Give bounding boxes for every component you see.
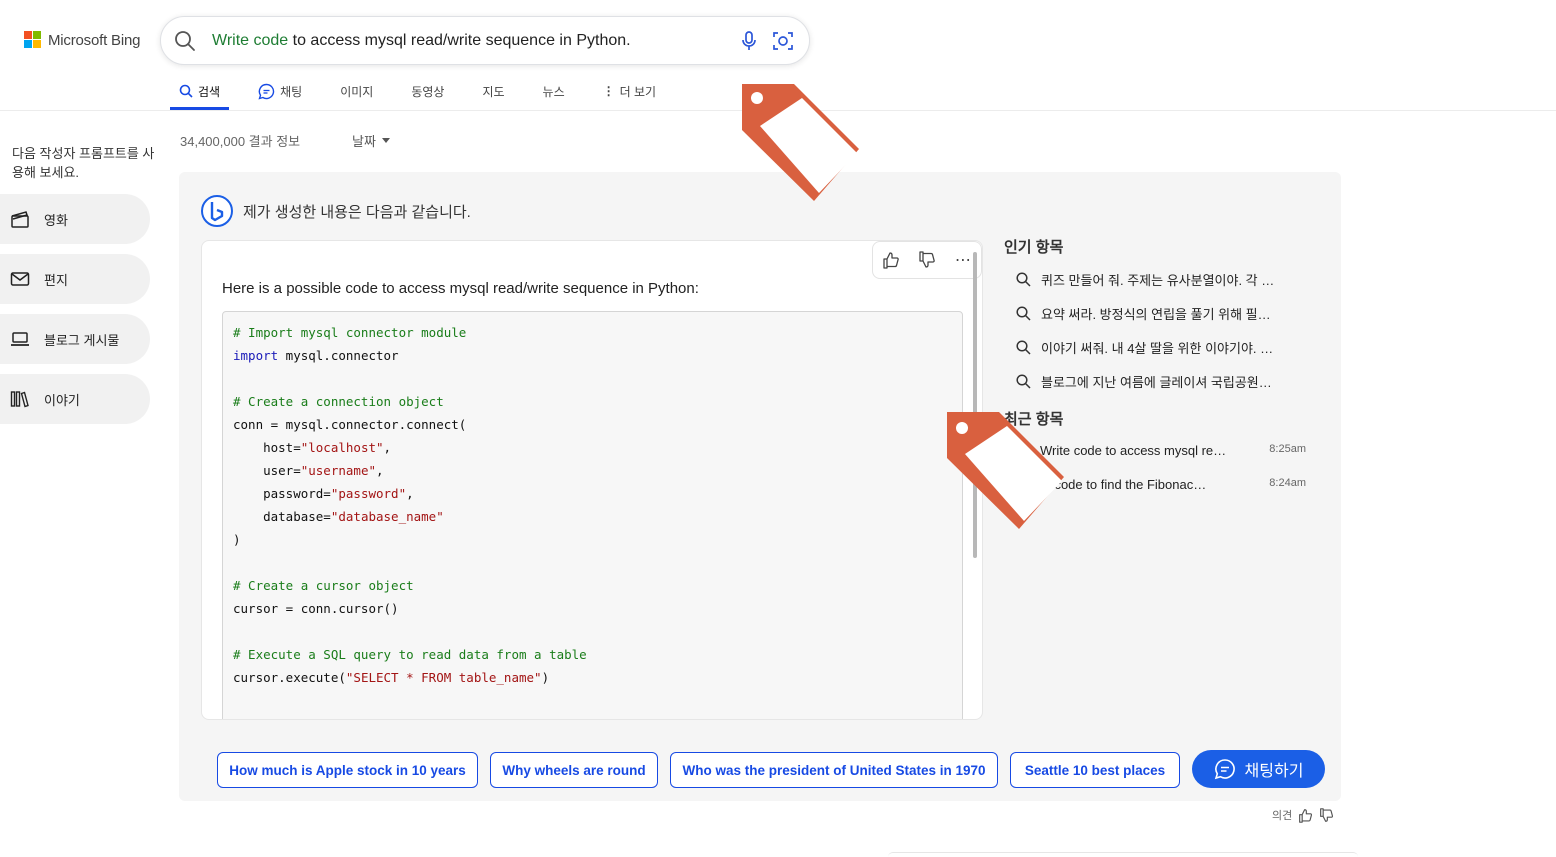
price-tag-icon [947, 412, 1064, 529]
search-box[interactable]: Write code to access mysql read/write se… [160, 16, 810, 65]
search-tabs: 검색 채팅 이미지 동영상 지도 뉴스 ⋮ 더 보기 [170, 72, 685, 110]
start-chat-button[interactable]: 채팅하기 [1192, 750, 1325, 788]
chat-icon [1214, 759, 1235, 780]
recent-item[interactable]: te code to find the Fibonac… 8:24am [1040, 477, 1306, 492]
bing-logo[interactable]: Microsoft Bing [24, 31, 140, 49]
sidebar-item-movie[interactable]: 영화 [0, 194, 150, 244]
answer-intro: Here is a possible code to access mysql … [222, 280, 699, 297]
bing-chat-icon [201, 195, 233, 227]
sidebar-item-letter[interactable]: 편지 [0, 254, 150, 304]
popular-item[interactable]: 이야기 써줘. 내 4살 딸을 위한 이야기야. … [1016, 338, 1316, 357]
tab-videos[interactable]: 동영상 [402, 72, 453, 110]
search-icon [1016, 272, 1031, 287]
thumbs-up-icon[interactable] [882, 251, 900, 269]
sidebar-item-blog-post[interactable]: 블로그 게시물 [0, 314, 150, 364]
search-icon [179, 84, 193, 98]
laptop-icon [11, 332, 29, 346]
tab-maps[interactable]: 지도 [473, 72, 513, 110]
tab-chat[interactable]: 채팅 [249, 72, 311, 110]
mail-icon [10, 272, 30, 286]
search-icon [1016, 374, 1031, 389]
feedback-bar: 의견 [1272, 807, 1334, 823]
tab-images[interactable]: 이미지 [331, 72, 382, 110]
thumbs-down-icon[interactable] [918, 251, 936, 269]
tab-news[interactable]: 뉴스 [534, 72, 574, 110]
tab-search[interactable]: 검색 [170, 72, 230, 110]
search-input[interactable]: Write code to access mysql read/write se… [212, 32, 631, 50]
search-icon [1016, 340, 1031, 355]
chat-icon [258, 83, 275, 100]
search-icon[interactable] [174, 30, 196, 57]
popular-item[interactable]: 블로그에 지난 여름에 글레이셔 국립공원… [1016, 372, 1316, 391]
more-options-icon[interactable]: ⋯ [955, 250, 972, 270]
price-tag-icon [742, 84, 859, 201]
microsoft-logo-icon [24, 31, 42, 49]
sidebar-prompt-label: 다음 작성자 프롬프트를 사용해 보세요. [12, 146, 155, 180]
popular-item[interactable]: 요약 써라. 방정식의 연립을 풀기 위해 필… [1016, 304, 1316, 323]
feedback-label: 의견 [1272, 810, 1293, 822]
date-filter[interactable]: 날짜 [352, 131, 390, 150]
popular-item[interactable]: 퀴즈 만들어 줘. 주제는 유사분열이야. 각 … [1016, 270, 1316, 289]
caret-down-icon [381, 138, 390, 143]
clapperboard-icon [11, 211, 29, 228]
recent-item[interactable]: Write code to access mysql re… 8:25am [1040, 443, 1306, 458]
suggestion-chip[interactable]: How much is Apple stock in 10 years [217, 752, 478, 788]
logo-text: Microsoft Bing [48, 31, 141, 49]
answer-card: ⋯ Here is a possible code to access mysq… [201, 240, 983, 720]
tab-more[interactable]: ⋮ 더 보기 [594, 72, 665, 110]
generated-header: 제가 생성한 내용은 다음과 같습니다. [200, 194, 471, 228]
books-icon [10, 391, 29, 408]
generated-label: 제가 생성한 내용은 다음과 같습니다. [243, 203, 471, 221]
suggestion-chip[interactable]: Why wheels are round [490, 752, 658, 788]
microphone-icon[interactable] [738, 30, 760, 57]
thumbs-up-icon[interactable] [1298, 808, 1313, 823]
reaction-bar: ⋯ [872, 241, 982, 279]
popular-title: 인기 항목 [1004, 239, 1064, 256]
suggestion-chip[interactable]: Seattle 10 best places [1010, 752, 1180, 788]
thumbs-down-icon[interactable] [1319, 807, 1334, 823]
visual-search-icon[interactable] [772, 30, 794, 57]
suggestion-chip[interactable]: Who was the president of United States i… [670, 752, 998, 788]
next-card-edge [888, 852, 1358, 857]
code-block: # Import mysql connector module import m… [222, 311, 963, 719]
result-count: 34,400,000 결과 정보 [180, 134, 301, 149]
sidebar-item-story[interactable]: 이야기 [0, 374, 150, 424]
search-icon [1016, 306, 1031, 321]
more-vertical-icon: ⋮ [602, 84, 615, 98]
